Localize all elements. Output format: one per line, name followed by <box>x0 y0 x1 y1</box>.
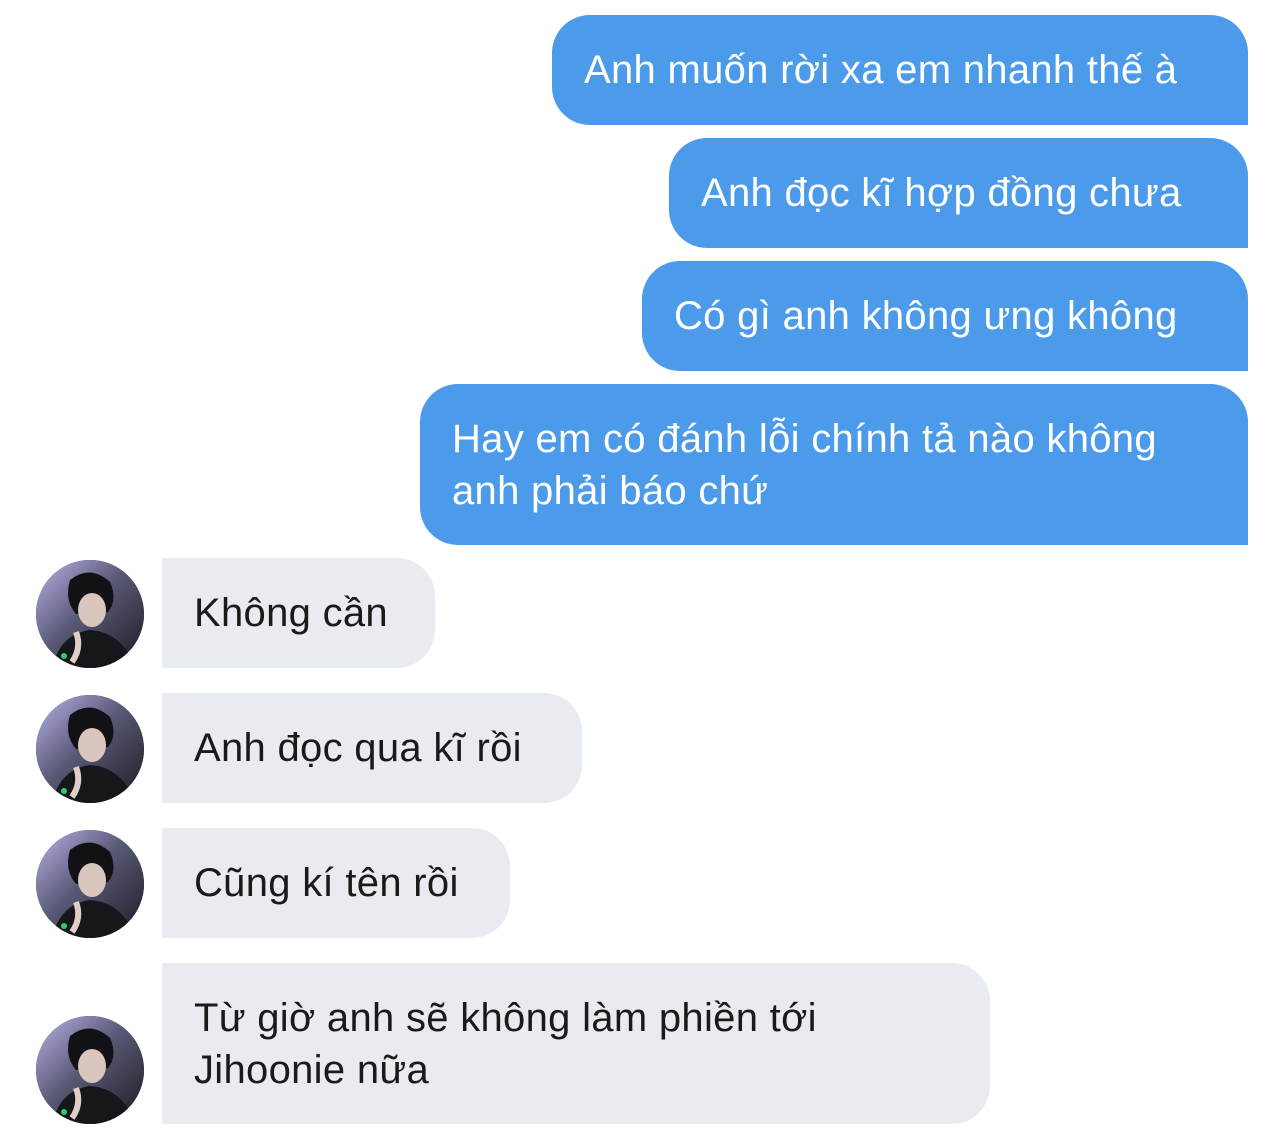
contact-avatar-icon[interactable] <box>36 695 144 803</box>
incoming-message[interactable]: Không cần <box>162 558 435 668</box>
contact-avatar-icon[interactable] <box>36 1016 144 1124</box>
outgoing-message[interactable]: Hay em có đánh lỗi chính tả nào không an… <box>420 384 1248 545</box>
incoming-message[interactable]: Từ giờ anh sẽ không làm phiền tới Jihoon… <box>162 963 990 1124</box>
outgoing-message[interactable]: Có gì anh không ưng không <box>642 261 1248 371</box>
outgoing-message[interactable]: Anh đọc kĩ hợp đồng chưa <box>669 138 1248 248</box>
contact-avatar-icon[interactable] <box>36 830 144 938</box>
contact-avatar-icon[interactable] <box>36 560 144 668</box>
incoming-message[interactable]: Anh đọc qua kĩ rồi <box>162 693 582 803</box>
incoming-message[interactable]: Cũng kí tên rồi <box>162 828 510 938</box>
outgoing-message[interactable]: Anh muốn rời xa em nhanh thế à <box>552 15 1248 125</box>
